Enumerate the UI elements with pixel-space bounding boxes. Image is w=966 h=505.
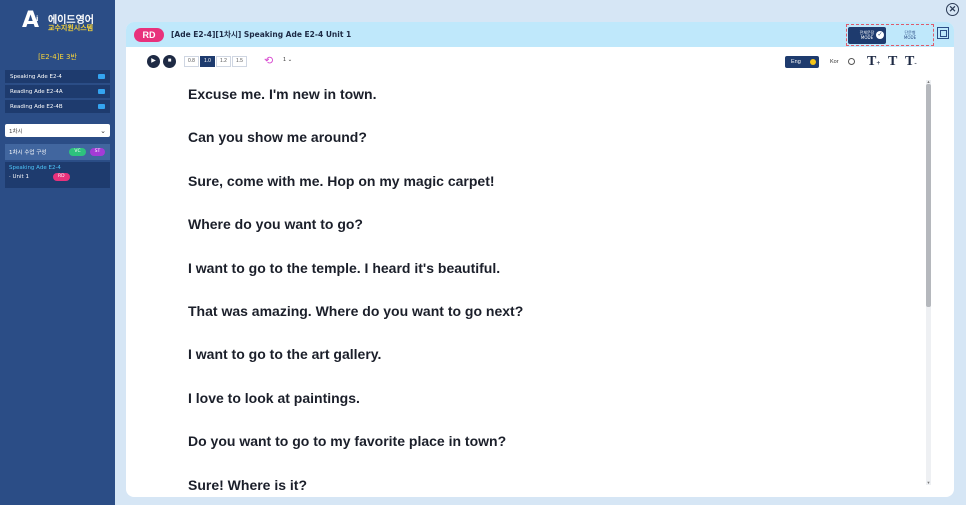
app-logo: Ai 에이드영어 교수지원시스템 xyxy=(22,10,102,34)
fullscreen-icon[interactable] xyxy=(937,27,949,39)
sentence[interactable]: Excuse me. I'm new in town. xyxy=(188,82,908,125)
rd-pill[interactable]: RD xyxy=(52,173,70,181)
radio-off-icon xyxy=(848,58,855,65)
st-pill[interactable]: ST xyxy=(89,148,106,156)
panel-header: RD [Ade E2-4][1차시] Speaking Ade E2-4 Uni… xyxy=(126,22,954,47)
full-sentence-mode-button[interactable]: 전체문장 MODE ✓ xyxy=(848,26,886,44)
unit-item[interactable]: Speaking Ade E2-4 · Unit 1 RD xyxy=(5,162,110,188)
sentence[interactable]: I want to go to the temple. I heard it's… xyxy=(188,256,908,299)
book-item[interactable]: Reading Ade E2-4B xyxy=(5,100,110,113)
page-title: [Ade E2-4][1차시] Speaking Ade E2-4 Unit 1 xyxy=(171,30,352,39)
scrollbar-thumb[interactable] xyxy=(926,84,931,307)
book-list: Speaking Ade E2-4 Reading Ade E2-4A Read… xyxy=(5,70,110,115)
sentence[interactable]: Where do you want to go? xyxy=(188,212,908,255)
unit-book-title: Speaking Ade E2-4 xyxy=(9,165,61,171)
sentence[interactable]: I want to go to the art gallery. xyxy=(188,342,908,385)
font-larger-button[interactable]: T+ xyxy=(867,54,880,71)
mode-toggle: 전체문장 MODE ✓ 단문형 MODE xyxy=(846,24,934,46)
sentence[interactable]: Do you want to go to my favorite place i… xyxy=(188,429,908,472)
book-icon xyxy=(98,104,105,109)
font-smaller-button[interactable]: T- xyxy=(905,54,917,71)
speed-option[interactable]: 1.2 xyxy=(216,56,231,67)
repeat-icon[interactable]: ⟲ xyxy=(264,55,273,67)
check-icon: ✓ xyxy=(876,30,884,39)
sentence[interactable]: Sure, come with me. Hop on my magic carp… xyxy=(188,169,908,212)
speed-option[interactable]: 1.5 xyxy=(232,56,247,67)
speed-option[interactable]: 0.8 xyxy=(184,56,199,67)
close-button[interactable]: ✕ xyxy=(946,3,959,16)
font-normal-button[interactable]: T xyxy=(888,54,897,70)
book-icon xyxy=(98,74,105,79)
sentence-list: Excuse me. I'm new in town. Can you show… xyxy=(188,82,908,497)
chevron-down-icon: ⌄ xyxy=(100,126,106,135)
play-button[interactable]: ▶ xyxy=(147,55,160,68)
book-item[interactable]: Speaking Ade E2-4 xyxy=(5,70,110,83)
player-toolbar: ▶ ■ 0.8 1.0 1.2 1.5 ⟲ 1 ⌄ Eng Kor T+ T T… xyxy=(126,53,954,71)
stop-icon: ■ xyxy=(167,58,172,64)
short-sentence-mode-button[interactable]: 단문형 MODE xyxy=(890,30,930,40)
class-grade-label: [E2-4]E 3반 xyxy=(38,53,77,61)
vc-pill[interactable]: VC xyxy=(69,148,86,156)
sentence[interactable]: That was amazing. Where do you want to g… xyxy=(188,299,908,342)
scroll-down-icon[interactable]: ▼ xyxy=(926,481,931,485)
eng-toggle[interactable]: Eng xyxy=(785,56,819,68)
logo-subtitle: 교수지원시스템 xyxy=(48,24,94,32)
lesson-composition-row[interactable]: 1차시 수업 구성 VC ST xyxy=(5,144,110,160)
sentence[interactable]: Can you show me around? xyxy=(188,125,908,168)
speed-selector: 0.8 1.0 1.2 1.5 xyxy=(184,56,248,67)
book-item[interactable]: Reading Ade E2-4A xyxy=(5,85,110,98)
main-panel: RD [Ade E2-4][1차시] Speaking Ade E2-4 Uni… xyxy=(126,22,954,497)
speed-option[interactable]: 1.0 xyxy=(200,56,215,67)
scrollbar[interactable]: ▲ ▼ xyxy=(926,80,931,485)
sentence[interactable]: Sure! Where is it? xyxy=(188,473,908,497)
activity-badge: RD xyxy=(134,27,164,42)
play-icon: ▶ xyxy=(151,58,156,64)
kor-toggle[interactable]: Kor xyxy=(826,56,858,68)
logo-mark: Ai xyxy=(22,8,40,33)
sidebar: Ai 에이드영어 교수지원시스템 [E2-4]E 3반 Speaking Ade… xyxy=(0,0,115,505)
session-select[interactable]: 1차시 ⌄ xyxy=(5,124,110,137)
radio-on-icon xyxy=(810,59,816,65)
book-icon xyxy=(98,89,105,94)
close-icon: ✕ xyxy=(948,4,957,14)
chevron-down-icon: ⌄ xyxy=(287,57,293,63)
stop-button[interactable]: ■ xyxy=(163,55,176,68)
repeat-count-select[interactable]: 1 ⌄ xyxy=(283,57,292,63)
sentence[interactable]: I love to look at paintings. xyxy=(188,386,908,429)
unit-label: · Unit 1 xyxy=(9,174,29,180)
